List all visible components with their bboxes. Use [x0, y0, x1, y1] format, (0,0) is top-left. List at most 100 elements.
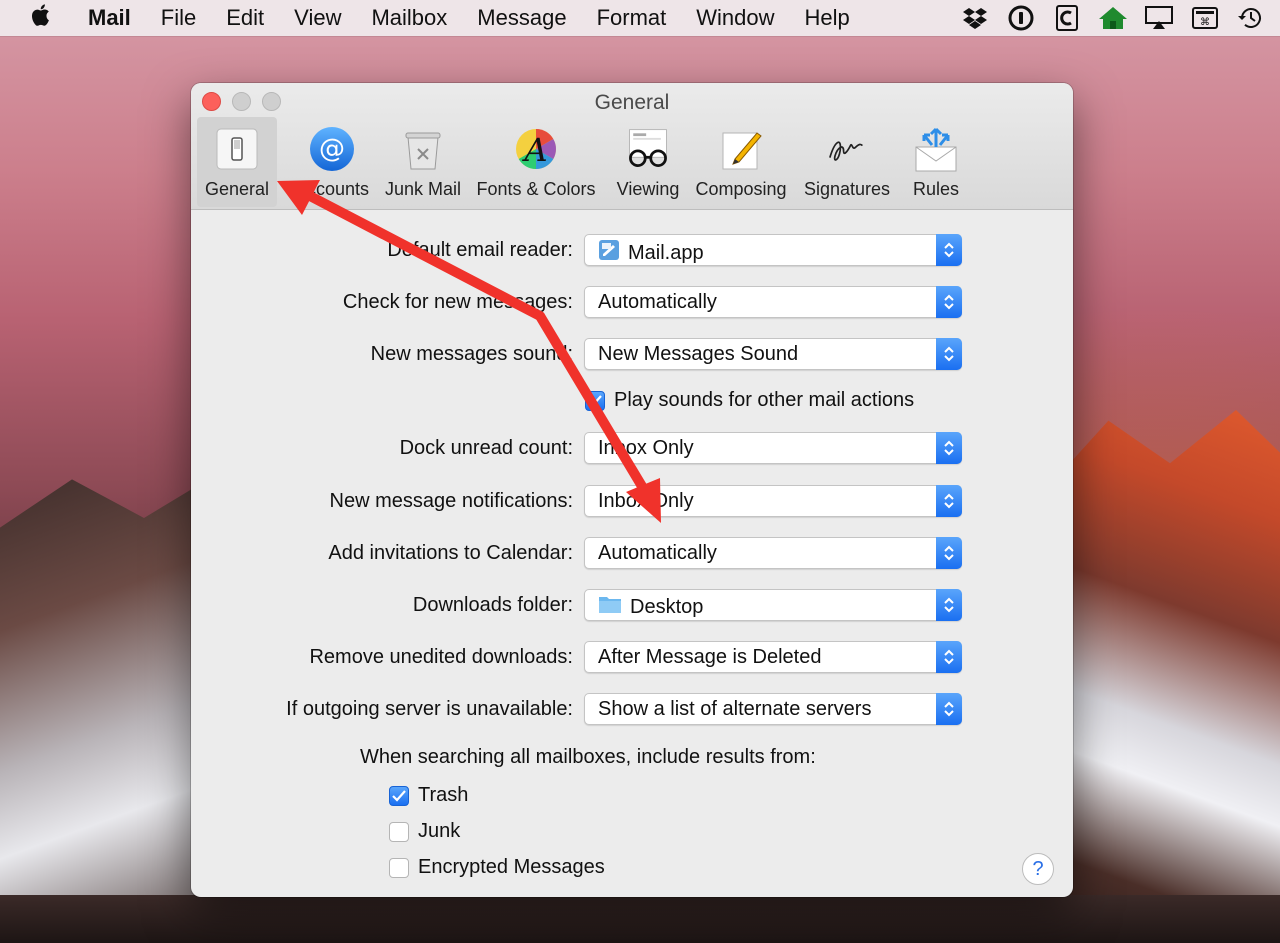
- notifications-row: New message notifications: Inbox Only: [191, 485, 1073, 519]
- search-encrypted-checkbox[interactable]: [389, 857, 409, 878]
- preferences-window: General General @ Accounts Junk Mail A F…: [191, 83, 1073, 897]
- tab-junk-mail[interactable]: Junk Mail: [380, 117, 466, 207]
- downloads-folder-row: Downloads folder: Desktop: [191, 589, 1073, 623]
- tab-general[interactable]: General: [197, 117, 277, 207]
- tab-rules-label: Rules: [912, 179, 960, 199]
- svg-text:@: @: [319, 134, 345, 164]
- search-junk-label: Junk: [418, 820, 461, 842]
- menu-window[interactable]: Window: [696, 5, 774, 31]
- play-sounds-checkbox-row[interactable]: Play sounds for other mail actions: [585, 389, 914, 412]
- 1password-icon[interactable]: [1006, 5, 1036, 31]
- popup-stepper-icon: [936, 234, 962, 266]
- dock-unread-popup[interactable]: Inbox Only: [584, 432, 962, 464]
- check-new-popup[interactable]: Automatically: [584, 286, 962, 318]
- tab-signatures[interactable]: Signatures: [797, 117, 897, 207]
- search-include-heading: When searching all mailboxes, include re…: [360, 746, 816, 768]
- check-new-value: Automatically: [598, 291, 717, 313]
- popup-stepper-icon: [936, 338, 962, 370]
- tab-junk-mail-label: Junk Mail: [384, 179, 462, 199]
- default-reader-row: Default email reader: Mail.app: [191, 234, 1073, 268]
- remove-downloads-label: Remove unedited downloads:: [309, 646, 573, 668]
- play-sounds-label: Play sounds for other mail actions: [614, 389, 915, 411]
- notifications-label: New message notifications:: [329, 490, 573, 512]
- dock-unread-label: Dock unread count:: [399, 437, 573, 459]
- downloads-folder-value-wrap: Desktop: [598, 594, 703, 620]
- play-sounds-checkbox[interactable]: [585, 390, 605, 411]
- menu-message[interactable]: Message: [477, 5, 566, 31]
- popup-stepper-icon: [936, 432, 962, 464]
- pencil-paper-icon: [717, 125, 765, 173]
- menu-edit[interactable]: Edit: [226, 5, 264, 31]
- new-sound-row: New messages sound: New Messages Sound: [191, 338, 1073, 372]
- tab-fonts-colors[interactable]: A Fonts & Colors: [471, 117, 601, 207]
- outgoing-server-value: Show a list of alternate servers: [598, 698, 872, 720]
- time-machine-icon[interactable]: [1236, 5, 1266, 31]
- tab-general-label: General: [204, 179, 270, 199]
- tab-viewing-label: Viewing: [616, 179, 680, 199]
- search-trash-label: Trash: [418, 784, 469, 806]
- tab-composing-label: Composing: [695, 179, 787, 199]
- search-junk-row[interactable]: Junk: [389, 820, 460, 843]
- wallpaper-mountain-right: [1060, 410, 1280, 943]
- apple-menu-icon[interactable]: [30, 3, 70, 34]
- dropbox-icon[interactable]: [960, 5, 990, 31]
- window-title: General: [594, 91, 670, 114]
- status-icons: ⌘: [960, 0, 1266, 36]
- search-trash-row[interactable]: Trash: [389, 784, 468, 807]
- outgoing-server-label: If outgoing server is unavailable:: [286, 698, 573, 720]
- tab-accounts-label: Accounts: [294, 179, 370, 199]
- search-trash-checkbox[interactable]: [389, 785, 409, 806]
- outgoing-server-popup[interactable]: Show a list of alternate servers: [584, 693, 962, 725]
- popup-stepper-icon: [936, 286, 962, 318]
- trash-bin-icon: [399, 125, 447, 173]
- new-sound-value: New Messages Sound: [598, 343, 799, 365]
- svg-text:A: A: [521, 131, 547, 169]
- downloads-folder-value: Desktop: [630, 595, 704, 618]
- remove-downloads-row: Remove unedited downloads: After Message…: [191, 641, 1073, 675]
- menu-file[interactable]: File: [161, 5, 196, 31]
- dock-unread-row: Dock unread count: Inbox Only: [191, 432, 1073, 466]
- default-reader-value: Mail.app: [628, 241, 704, 264]
- tab-viewing[interactable]: Viewing: [607, 117, 689, 207]
- popup-stepper-icon: [936, 589, 962, 621]
- tab-composing[interactable]: Composing: [691, 117, 791, 207]
- notifications-value: Inbox Only: [598, 490, 694, 512]
- signature-icon: [823, 125, 871, 173]
- menu-help[interactable]: Help: [805, 5, 850, 31]
- search-encrypted-row[interactable]: Encrypted Messages: [389, 856, 605, 879]
- airplay-icon[interactable]: [1144, 5, 1174, 31]
- default-reader-value-wrap: Mail.app: [598, 239, 704, 267]
- popup-stepper-icon: [936, 485, 962, 517]
- new-sound-popup[interactable]: New Messages Sound: [584, 338, 962, 370]
- menu-app-mail[interactable]: Mail: [88, 5, 131, 31]
- color-wheel-icon: A: [512, 125, 560, 173]
- downloads-folder-popup[interactable]: Desktop: [584, 589, 962, 621]
- tab-rules[interactable]: Rules: [901, 117, 971, 207]
- remove-downloads-popup[interactable]: After Message is Deleted: [584, 641, 962, 673]
- search-junk-checkbox[interactable]: [389, 821, 409, 842]
- notifications-popup[interactable]: Inbox Only: [584, 485, 962, 517]
- remove-downloads-value: After Message is Deleted: [598, 646, 822, 668]
- new-sound-label: New messages sound:: [370, 343, 573, 365]
- popup-stepper-icon: [936, 537, 962, 569]
- tab-accounts[interactable]: @ Accounts: [287, 117, 377, 207]
- home-icon[interactable]: [1098, 5, 1128, 31]
- menu-format[interactable]: Format: [597, 5, 667, 31]
- tab-fonts-colors-label: Fonts & Colors: [476, 179, 596, 199]
- dock-unread-value: Inbox Only: [598, 437, 694, 459]
- help-button[interactable]: ?: [1022, 853, 1054, 885]
- invitations-row: Add invitations to Calendar: Automatical…: [191, 537, 1073, 571]
- svg-text:⌘: ⌘: [1200, 17, 1210, 28]
- check-new-row: Check for new messages: Automatically: [191, 286, 1073, 320]
- menu-mailbox[interactable]: Mailbox: [371, 5, 447, 31]
- keyboard-viewer-icon[interactable]: ⌘: [1190, 5, 1220, 31]
- popup-stepper-icon: [936, 693, 962, 725]
- menu-view[interactable]: View: [294, 5, 341, 31]
- invitations-popup[interactable]: Automatically: [584, 537, 962, 569]
- clipboard-icon[interactable]: [1052, 5, 1082, 31]
- at-sign-icon: @: [308, 125, 356, 173]
- outgoing-server-row: If outgoing server is unavailable: Show …: [191, 693, 1073, 727]
- glasses-icon: [624, 125, 672, 173]
- default-reader-popup[interactable]: Mail.app: [584, 234, 962, 266]
- invitations-label: Add invitations to Calendar:: [328, 542, 573, 564]
